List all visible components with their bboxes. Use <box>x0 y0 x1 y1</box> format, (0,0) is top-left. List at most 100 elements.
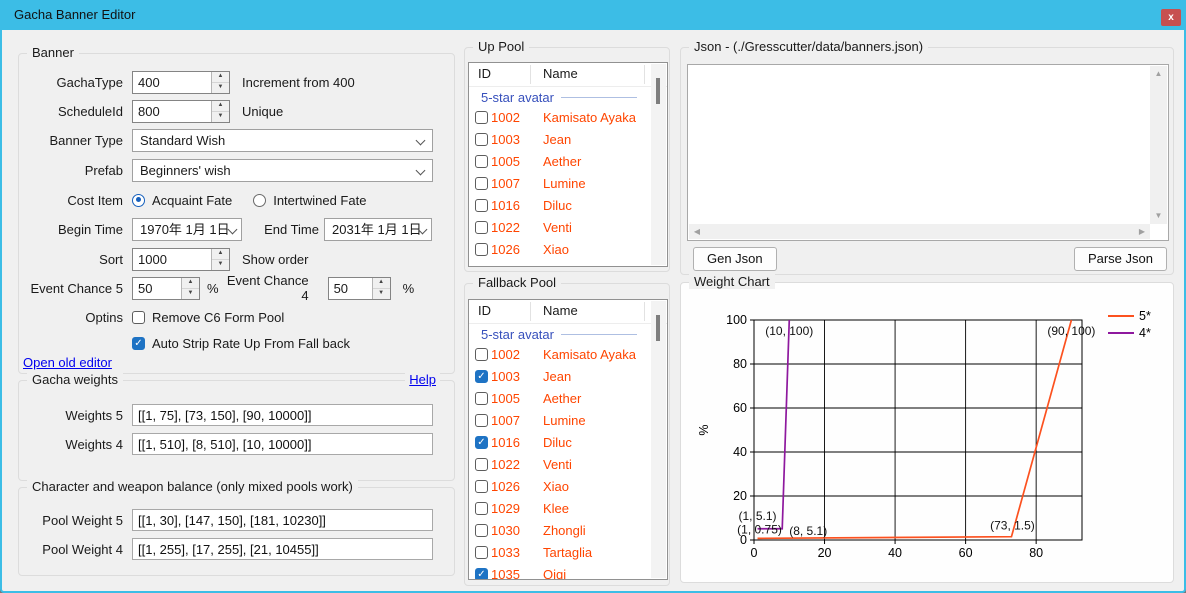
intertwined-fate-radio[interactable] <box>253 194 266 207</box>
row-checkbox[interactable]: ✓ <box>475 177 488 190</box>
scroll-down-icon[interactable]: ▼ <box>1150 208 1167 224</box>
event-chance-5-value[interactable]: 50 <box>133 278 181 299</box>
row-checkbox[interactable]: ✓ <box>475 133 488 146</box>
horizontal-scrollbar[interactable]: ◀ ▶ <box>689 224 1150 239</box>
gachatype-value[interactable]: 400 <box>133 72 211 93</box>
gen-json-button[interactable]: Gen Json <box>693 247 777 271</box>
vertical-scrollbar[interactable]: ▲ ▼ <box>1150 66 1167 224</box>
scroll-right-icon[interactable]: ▶ <box>1134 224 1150 239</box>
row-checkbox[interactable]: ✓ <box>475 155 488 168</box>
pool-row[interactable]: ✓1022Venti <box>469 454 667 476</box>
spin-up-icon[interactable]: ▲ <box>373 278 390 289</box>
weights4-input[interactable] <box>132 433 433 455</box>
pool-row[interactable]: ✓1002Kamisato Ayaka <box>469 107 667 129</box>
pool-weight5-input[interactable] <box>132 509 433 531</box>
pool-item-id: 1002 <box>491 110 520 125</box>
sort-stepper[interactable]: 1000 ▲▼ <box>132 248 230 271</box>
help-link[interactable]: Help <box>405 372 440 387</box>
pool-row[interactable]: ✓1003Jean <box>469 366 667 388</box>
spin-down-icon[interactable]: ▼ <box>182 289 199 299</box>
spin-down-icon[interactable]: ▼ <box>373 289 390 299</box>
scheduleid-value[interactable]: 800 <box>133 101 211 122</box>
pool-row[interactable]: ✓1007Lumine <box>469 410 667 432</box>
up-pool-list[interactable]: ID Name 5-star avatar ✓1002Kamisato Ayak… <box>468 62 668 267</box>
event-chance-4-value[interactable]: 50 <box>329 278 372 299</box>
pool-row[interactable]: ✓1005Aether <box>469 388 667 410</box>
scrollbar-track[interactable] <box>651 64 666 265</box>
row-checkbox[interactable]: ✓ <box>475 348 488 361</box>
gachatype-spin-buttons[interactable]: ▲▼ <box>211 72 229 93</box>
spin-down-icon[interactable]: ▼ <box>212 260 229 270</box>
column-header-id[interactable]: ID <box>478 66 491 81</box>
spin-up-icon[interactable]: ▲ <box>182 278 199 289</box>
weights5-input[interactable] <box>132 404 433 426</box>
row-checkbox[interactable]: ✓ <box>475 436 488 449</box>
column-header-name[interactable]: Name <box>543 66 578 81</box>
end-time-picker[interactable]: 2031年 1月 1日 <box>324 218 432 241</box>
row-checkbox[interactable]: ✓ <box>475 524 488 537</box>
column-header-name[interactable]: Name <box>543 303 578 318</box>
row-checkbox[interactable]: ✓ <box>475 111 488 124</box>
scroll-left-icon[interactable]: ◀ <box>689 224 705 239</box>
spin-up-icon[interactable]: ▲ <box>212 249 229 260</box>
row-checkbox[interactable]: ✓ <box>475 243 488 256</box>
event-chance-4-stepper[interactable]: 50 ▲▼ <box>328 277 391 300</box>
scroll-up-icon[interactable]: ▲ <box>1150 66 1167 82</box>
row-checkbox[interactable]: ✓ <box>475 199 488 212</box>
pool-section-label: 5-star avatar <box>481 327 554 342</box>
json-textarea[interactable]: ▲ ▼ ◀ ▶ <box>687 64 1169 241</box>
row-checkbox[interactable]: ✓ <box>475 480 488 493</box>
row-checkbox[interactable]: ✓ <box>475 458 488 471</box>
pool-row[interactable]: ✓1005Aether <box>469 151 667 173</box>
prefab-select[interactable]: Beginners' wish <box>132 159 433 182</box>
pool-row[interactable]: ✓1030Zhongli <box>469 520 667 542</box>
spin-up-icon[interactable]: ▲ <box>212 72 229 83</box>
pool-row[interactable]: ✓1029Klee <box>469 498 667 520</box>
pool-row[interactable]: ✓1007Lumine <box>469 173 667 195</box>
spin-down-icon[interactable]: ▼ <box>212 112 229 122</box>
scrollbar-track[interactable] <box>651 301 666 578</box>
acquaint-fate-radio[interactable] <box>132 194 145 207</box>
sort-spin-buttons[interactable]: ▲▼ <box>211 249 229 270</box>
pool-row[interactable]: ✓1016Diluc <box>469 432 667 454</box>
row-checkbox[interactable]: ✓ <box>475 502 488 515</box>
open-old-editor-link[interactable]: Open old editor <box>23 355 112 370</box>
auto-strip-checkbox[interactable]: ✓ <box>132 337 145 350</box>
pool-weight4-input[interactable] <box>132 538 433 560</box>
prefab-label: Prefab <box>25 163 123 178</box>
spin-buttons[interactable]: ▲▼ <box>372 278 390 299</box>
scrollbar-thumb[interactable] <box>656 78 660 104</box>
row-checkbox[interactable]: ✓ <box>475 414 488 427</box>
pool-row[interactable]: ✓1033Tartaglia <box>469 542 667 564</box>
pool-item-id: 1003 <box>491 132 520 147</box>
event-chance-5-stepper[interactable]: 50 ▲▼ <box>132 277 200 300</box>
row-checkbox[interactable]: ✓ <box>475 221 488 234</box>
row-checkbox[interactable]: ✓ <box>475 392 488 405</box>
pool-row[interactable]: ✓1016Diluc <box>469 195 667 217</box>
pool-row[interactable]: ✓1026Xiao <box>469 239 667 261</box>
pool-row[interactable]: ✓1003Jean <box>469 129 667 151</box>
spin-up-icon[interactable]: ▲ <box>212 101 229 112</box>
gachatype-stepper[interactable]: 400 ▲▼ <box>132 71 230 94</box>
scheduleid-stepper[interactable]: 800 ▲▼ <box>132 100 230 123</box>
remove-c6-checkbox[interactable]: ✓ <box>132 311 145 324</box>
banner-type-select[interactable]: Standard Wish <box>132 129 433 152</box>
row-checkbox[interactable]: ✓ <box>475 568 488 580</box>
spin-buttons[interactable]: ▲▼ <box>181 278 199 299</box>
row-checkbox[interactable]: ✓ <box>475 370 488 383</box>
scheduleid-spin-buttons[interactable]: ▲▼ <box>211 101 229 122</box>
pool-row[interactable]: ✓1022Venti <box>469 217 667 239</box>
spin-down-icon[interactable]: ▼ <box>212 83 229 93</box>
close-button[interactable]: x <box>1161 9 1181 26</box>
column-header-id[interactable]: ID <box>478 303 491 318</box>
scrollbar-thumb[interactable] <box>656 315 660 341</box>
parse-json-button[interactable]: Parse Json <box>1074 247 1167 271</box>
pool-row[interactable]: ✓1026Xiao <box>469 476 667 498</box>
event-chance-5-label: Event Chance 5 <box>25 281 123 296</box>
pool-row[interactable]: ✓1035Qiqi <box>469 564 667 580</box>
fallback-pool-list[interactable]: ID Name 5-star avatar ✓1002Kamisato Ayak… <box>468 299 668 580</box>
sort-value[interactable]: 1000 <box>133 249 211 270</box>
pool-row[interactable]: ✓1002Kamisato Ayaka <box>469 344 667 366</box>
begin-time-picker[interactable]: 1970年 1月 1日 <box>132 218 242 241</box>
row-checkbox[interactable]: ✓ <box>475 546 488 559</box>
